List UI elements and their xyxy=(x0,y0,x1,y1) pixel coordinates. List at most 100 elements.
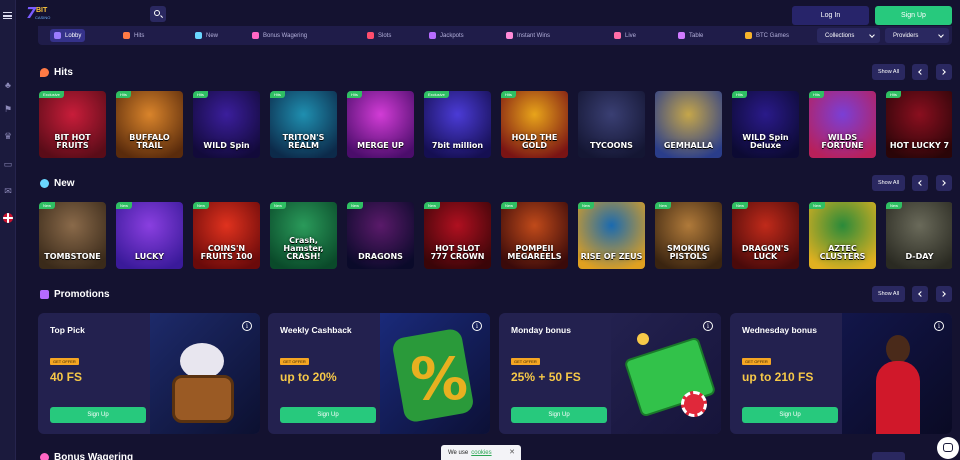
new-title: New xyxy=(54,178,75,189)
category-bar: Lobby Hits New Bonus Wagering Slots Jackpots I… xyxy=(38,26,952,45)
game-title: WILDS FORTUNE xyxy=(821,133,864,150)
game-title: COINS'N FRUITS 100 xyxy=(200,244,253,261)
info-icon[interactable]: i xyxy=(472,321,482,331)
ticket-icon[interactable]: ▭ xyxy=(2,159,14,169)
game-tile[interactable]: TYCOONS xyxy=(578,91,645,158)
category-tab-new[interactable]: New xyxy=(195,29,218,42)
rocket-icon xyxy=(506,32,513,39)
game-tile[interactable]: New D-DAY xyxy=(886,202,952,269)
search-button[interactable] xyxy=(150,6,166,22)
promo-signup-button[interactable]: Sign Up xyxy=(511,407,607,423)
cookie-notice: We use cookies ✕ xyxy=(441,445,521,460)
flag-icon[interactable]: ⚑ xyxy=(2,104,14,114)
new-prev-arrow-icon[interactable] xyxy=(912,175,928,191)
game-title: TRITON'S REALM xyxy=(282,133,325,150)
game-tile[interactable]: New HOT SLOT 777 CROWN xyxy=(424,202,491,269)
bonus-wagering-show-all-button[interactable] xyxy=(872,452,905,460)
info-icon[interactable]: i xyxy=(242,321,252,331)
category-tab-hits[interactable]: Hits xyxy=(123,29,144,42)
promotions-show-all-button[interactable]: Show All xyxy=(872,286,905,302)
game-tile[interactable]: New COINS'N FRUITS 100 xyxy=(193,202,260,269)
game-tile[interactable]: Hits MERGE UP xyxy=(347,91,414,158)
category-tab-btc-games[interactable]: BTC Games xyxy=(745,29,789,42)
game-badge: New xyxy=(886,202,903,209)
promotions-prev-arrow-icon[interactable] xyxy=(912,286,928,302)
hits-next-arrow-icon[interactable] xyxy=(936,64,952,80)
collections-dropdown[interactable]: Collections xyxy=(817,28,880,43)
game-title: GEMHALLA xyxy=(663,141,714,150)
game-tile[interactable]: New Crash, Hamster, CRASH! xyxy=(270,202,337,269)
promotions-title: Promotions xyxy=(54,289,110,300)
game-tile[interactable]: Hits HOT LUCKY 7 xyxy=(886,91,952,158)
game-tile[interactable]: Hits WILD Spin Deluxe xyxy=(732,91,799,158)
info-icon[interactable]: i xyxy=(703,321,713,331)
game-tile[interactable]: Hits HOLD THE GOLD xyxy=(501,91,568,158)
promotions-section-title: Promotions xyxy=(40,289,110,300)
cookies-link[interactable]: cookies xyxy=(471,450,491,456)
promo-value: up to 210 FS xyxy=(742,370,814,384)
game-tile[interactable]: New LUCKY xyxy=(116,202,183,269)
promo-art xyxy=(611,313,721,434)
providers-dropdown[interactable]: Providers xyxy=(885,28,949,43)
new-show-all-button[interactable]: Show All xyxy=(872,175,905,191)
category-tab-lobby[interactable]: Lobby xyxy=(50,29,86,42)
game-tile[interactable]: New SMOKING PISTOLS xyxy=(655,202,722,269)
promo-card[interactable]: i Monday bonus GET OFFER 25% + 50 FS Sig… xyxy=(499,313,721,434)
mail-icon[interactable]: ✉ xyxy=(2,186,14,196)
close-icon[interactable]: ✕ xyxy=(509,448,515,456)
game-tile[interactable]: New DRAGON'S LUCK xyxy=(732,202,799,269)
new-next-arrow-icon[interactable] xyxy=(936,175,952,191)
crown-icon[interactable]: ♛ xyxy=(2,131,14,141)
new-carousel: New TOMBSTONE New LUCKY New COINS'N FRUITS 10… xyxy=(39,202,952,269)
providers-label: Providers xyxy=(893,32,919,39)
category-tab-instant-wins[interactable]: Instant Wins xyxy=(506,29,550,42)
category-label: Slots xyxy=(378,32,392,39)
game-tile[interactable]: Exclusive 7bit million xyxy=(424,91,491,158)
menu-icon[interactable] xyxy=(3,12,12,19)
promo-card[interactable]: i Top Pick GET OFFER 40 FS Sign Up xyxy=(38,313,260,434)
category-tab-table[interactable]: Table xyxy=(678,29,703,42)
chat-icon[interactable] xyxy=(937,437,959,459)
cookie-text: We use xyxy=(448,449,469,456)
logo-text: BIT xyxy=(36,7,48,14)
login-button[interactable]: Log In xyxy=(792,6,869,25)
game-tile[interactable]: Hits WILD Spin xyxy=(193,91,260,158)
promotions-next-arrow-icon[interactable] xyxy=(936,286,952,302)
promo-signup-button[interactable]: Sign Up xyxy=(50,407,146,423)
game-tile[interactable]: New AZTEC CLUSTERS xyxy=(809,202,876,269)
promo-card[interactable]: % i Weekly Cashback GET OFFER up to 20% … xyxy=(268,313,490,434)
promo-signup-button[interactable]: Sign Up xyxy=(742,407,838,423)
game-tile[interactable]: Hits WILDS FORTUNE xyxy=(809,91,876,158)
game-badge: New xyxy=(193,202,210,209)
game-badge: Exclusive xyxy=(39,91,64,98)
sparkle-icon xyxy=(40,179,49,188)
signup-button[interactable]: Sign Up xyxy=(875,6,952,25)
info-icon[interactable]: i xyxy=(934,321,944,331)
clover-icon[interactable]: ♣ xyxy=(2,80,14,90)
logo[interactable]: 7 BIT CASINO xyxy=(26,4,52,22)
category-tab-bonus-wagering[interactable]: Bonus Wagering xyxy=(252,29,307,42)
game-badge: New xyxy=(39,202,56,209)
hits-show-all-button[interactable]: Show All xyxy=(872,64,905,80)
game-title: HOT SLOT 777 CROWN xyxy=(430,244,485,261)
game-tile[interactable]: New TOMBSTONE xyxy=(39,202,106,269)
language-flag-icon[interactable] xyxy=(3,213,13,223)
game-tile[interactable]: Hits BUFFALO TRAIL xyxy=(116,91,183,158)
game-tile[interactable]: Exclusive BIT HOT FRUITS xyxy=(39,91,106,158)
promo-card[interactable]: i Wednesday bonus GET OFFER up to 210 FS… xyxy=(730,313,952,434)
game-tile[interactable]: New RISE OF ZEUS xyxy=(578,202,645,269)
game-tile[interactable]: New POMPEII MEGAREELS xyxy=(501,202,568,269)
collections-label: Collections xyxy=(825,32,855,39)
game-title: SMOKING PISTOLS xyxy=(667,244,710,261)
game-badge: New xyxy=(655,202,672,209)
category-tab-slots[interactable]: Slots xyxy=(367,29,391,42)
game-tile[interactable]: New DRAGONS xyxy=(347,202,414,269)
hits-prev-arrow-icon[interactable] xyxy=(912,64,928,80)
category-tab-live[interactable]: Live xyxy=(614,29,636,42)
game-badge: New xyxy=(578,202,595,209)
game-tile[interactable]: GEMHALLA xyxy=(655,91,722,158)
game-tile[interactable]: Hits TRITON'S REALM xyxy=(270,91,337,158)
game-title: WILD Spin Deluxe xyxy=(742,133,789,150)
category-tab-jackpots[interactable]: Jackpots xyxy=(429,29,464,42)
promo-signup-button[interactable]: Sign Up xyxy=(280,407,376,423)
